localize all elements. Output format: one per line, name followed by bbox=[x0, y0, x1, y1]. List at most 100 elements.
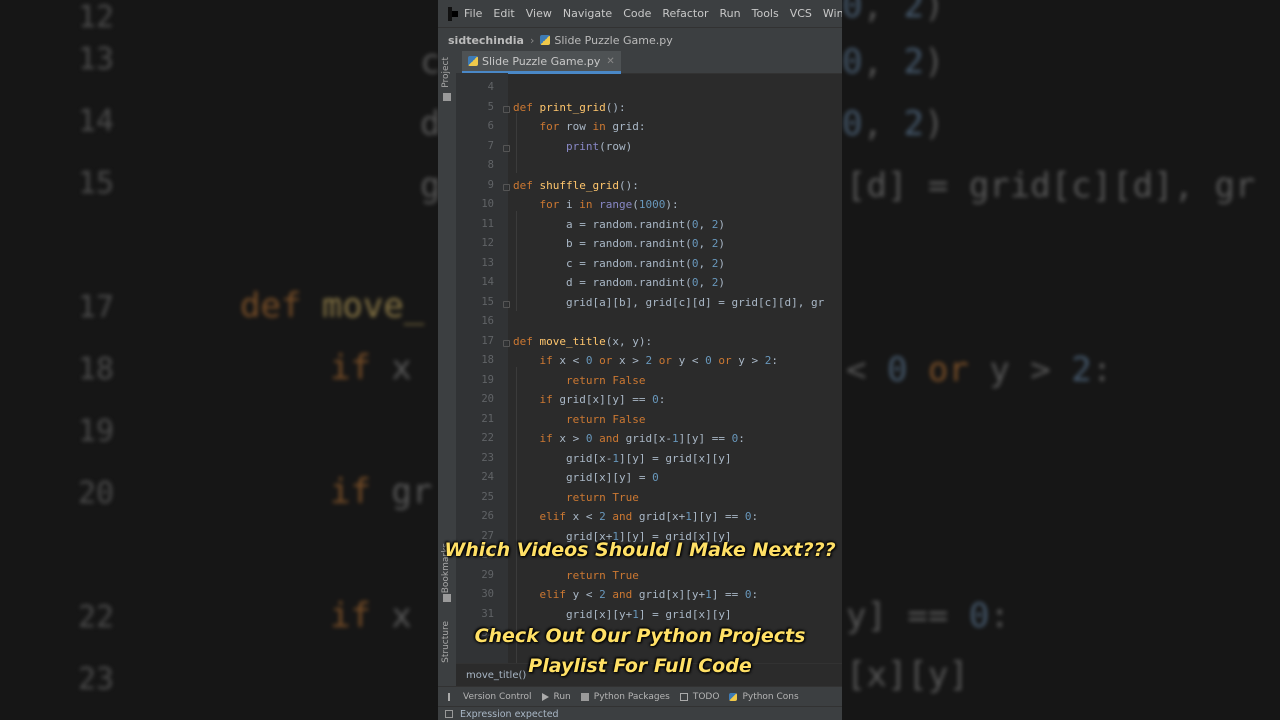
status-message: Expression expected bbox=[460, 708, 559, 720]
code-line[interactable]: 8 bbox=[456, 159, 842, 178]
breadcrumb-project[interactable]: sidtechindia bbox=[448, 34, 524, 47]
code-line[interactable]: 24 grid[x][y] = 0 bbox=[456, 471, 842, 490]
line-number: 26 bbox=[481, 510, 494, 522]
code-line[interactable]: 19 return False bbox=[456, 374, 842, 393]
tab-slide-puzzle-game[interactable]: Slide Puzzle Game.py ✕ bbox=[462, 51, 621, 74]
menu-bar: File Edit View Navigate Code Refactor Ru… bbox=[438, 0, 842, 27]
menu-tools[interactable]: Tools bbox=[752, 7, 779, 20]
bg-line-number: 13 bbox=[78, 42, 115, 77]
branch-icon bbox=[448, 693, 458, 701]
todo-tool[interactable]: TODO bbox=[679, 692, 720, 702]
bg-code: g bbox=[420, 166, 438, 206]
line-number: 21 bbox=[481, 412, 494, 425]
fold-marker-icon[interactable] bbox=[503, 144, 510, 152]
bg-line-number: 18 bbox=[78, 352, 115, 387]
fold-marker-icon[interactable] bbox=[503, 105, 510, 113]
code-text: if x < 0 or x > 2 or y < 0 or y > 2: bbox=[539, 354, 779, 367]
line-number: 10 bbox=[481, 198, 494, 210]
menu-code[interactable]: Code bbox=[623, 7, 651, 20]
python-packages-tool[interactable]: Python Packages bbox=[580, 692, 670, 702]
line-number: 29 bbox=[481, 568, 494, 581]
code-line[interactable]: 26 elif x < 2 and grid[x+1][y] == 0: bbox=[456, 510, 842, 529]
fold-marker-icon[interactable] bbox=[503, 339, 510, 347]
code-line[interactable]: 17 def move_title(x, y): bbox=[456, 335, 842, 354]
line-number: 22 bbox=[481, 432, 494, 444]
breadcrumb-file[interactable]: Slide Puzzle Game.py bbox=[554, 34, 672, 47]
close-icon[interactable]: ✕ bbox=[606, 56, 614, 67]
menu-refactor[interactable]: Refactor bbox=[662, 7, 708, 20]
code-line[interactable]: 7 print(row) bbox=[456, 140, 842, 159]
bg-line-number: 12 bbox=[78, 0, 115, 35]
code-line[interactable]: 5 def print_grid(): bbox=[456, 101, 842, 120]
code-line[interactable]: 30 elif y < 2 and grid[x][y+1] == 0: bbox=[456, 588, 842, 607]
line-number: 25 bbox=[481, 490, 494, 503]
code-line[interactable]: 11 a = random.randint(0, 2) bbox=[456, 218, 842, 237]
code-line[interactable]: 12 b = random.randint(0, 2) bbox=[456, 237, 842, 256]
menu-navigate[interactable]: Navigate bbox=[563, 7, 612, 20]
menu-window[interactable]: Window bbox=[823, 7, 842, 20]
tab-label: Slide Puzzle Game.py bbox=[482, 54, 601, 68]
code-line[interactable]: 10 for i in range(1000): bbox=[456, 198, 842, 217]
tool-window-bar: Version Control Run Python Packages TODO… bbox=[438, 686, 842, 707]
code-line[interactable]: 22 if x > 0 and grid[x-1][y] == 0: bbox=[456, 432, 842, 451]
fold-marker-icon[interactable] bbox=[503, 300, 510, 308]
bg-code: 0, 2) bbox=[842, 104, 945, 144]
run-label: Run bbox=[553, 692, 571, 702]
todo-icon bbox=[679, 693, 688, 701]
menu-run[interactable]: Run bbox=[720, 7, 741, 20]
overlay-cta-line1: Check Out Our Python Projects bbox=[474, 625, 806, 647]
code-line[interactable]: 4 bbox=[456, 81, 842, 100]
line-number: 5 bbox=[487, 100, 494, 113]
line-number: 12 bbox=[481, 237, 494, 249]
bg-code: < 0 or y > 2: bbox=[846, 350, 1113, 390]
python-console-tool[interactable]: Python Cons bbox=[729, 692, 799, 702]
line-number: 31 bbox=[481, 607, 494, 620]
code-line[interactable]: 21 return False bbox=[456, 413, 842, 432]
todo-label: TODO bbox=[692, 692, 720, 702]
python-file-icon bbox=[540, 35, 551, 45]
code-line[interactable]: 31 grid[x][y+1] = grid[x][y] bbox=[456, 608, 842, 627]
code-text: if grid[x][y] == 0: bbox=[539, 393, 666, 406]
code-line[interactable]: 14 d = random.randint(0, 2) bbox=[456, 276, 842, 295]
code-text: grid[x-1][y] = grid[x][y] bbox=[513, 451, 732, 465]
code-line[interactable]: 25 return True bbox=[456, 491, 842, 510]
code-line[interactable]: 18 if x < 0 or x > 2 or y < 0 or y > 2: bbox=[456, 354, 842, 373]
code-line[interactable]: 16 bbox=[456, 315, 842, 334]
code-line[interactable]: 9 def shuffle_grid(): bbox=[456, 179, 842, 198]
code-line[interactable]: 6 for row in grid: bbox=[456, 120, 842, 139]
bg-code: c bbox=[420, 42, 438, 82]
code-line[interactable]: 13 c = random.randint(0, 2) bbox=[456, 257, 842, 276]
line-number: 16 bbox=[481, 315, 494, 327]
menu-edit[interactable]: Edit bbox=[493, 7, 514, 20]
fold-marker-icon[interactable] bbox=[503, 183, 510, 191]
project-tool-tab[interactable]: Project bbox=[441, 57, 451, 88]
package-icon bbox=[580, 693, 589, 701]
menu-view[interactable]: View bbox=[526, 7, 552, 20]
bg-line-number: 23 bbox=[78, 662, 115, 697]
bg-line-number: 22 bbox=[78, 600, 115, 635]
line-number: 30 bbox=[481, 588, 494, 600]
bg-line-number: 15 bbox=[78, 166, 115, 201]
code-line[interactable]: 15 grid[a][b], grid[c][d] = grid[c][d], … bbox=[456, 296, 842, 315]
version-control-label: Version Control bbox=[463, 692, 532, 702]
ide-window: File Edit View Navigate Code Refactor Ru… bbox=[438, 0, 842, 720]
run-tool[interactable]: Run bbox=[541, 692, 571, 702]
bg-line-number: 17 bbox=[78, 290, 115, 325]
code-line[interactable]: 20 if grid[x][y] == 0: bbox=[456, 393, 842, 412]
left-tool-strip: Project Bookmarks Structure bbox=[438, 51, 457, 686]
code-text: b = random.randint(0, 2) bbox=[513, 237, 725, 250]
code-line[interactable]: 23 grid[x-1][y] = grid[x][y] bbox=[456, 452, 842, 471]
line-number: 6 bbox=[487, 120, 494, 132]
code-text: return False bbox=[565, 373, 646, 387]
code-line[interactable]: 29 return True bbox=[456, 569, 842, 588]
code-text: c = random.randint(0, 2) bbox=[513, 256, 725, 270]
menu-vcs[interactable]: VCS bbox=[790, 7, 812, 20]
code-editor[interactable]: 4 5 def print_grid(): 6 for row in grid: 7 p… bbox=[456, 73, 842, 663]
line-number: 9 bbox=[487, 178, 494, 191]
code-text: for i in range(1000): bbox=[539, 198, 679, 211]
menu-file[interactable]: File bbox=[464, 7, 482, 20]
status-panel-icon[interactable] bbox=[445, 710, 453, 718]
python-packages-label: Python Packages bbox=[593, 692, 670, 702]
version-control-tool[interactable]: Version Control bbox=[448, 692, 532, 702]
code-text: if x > 0 and grid[x-1][y] == 0: bbox=[539, 432, 745, 445]
